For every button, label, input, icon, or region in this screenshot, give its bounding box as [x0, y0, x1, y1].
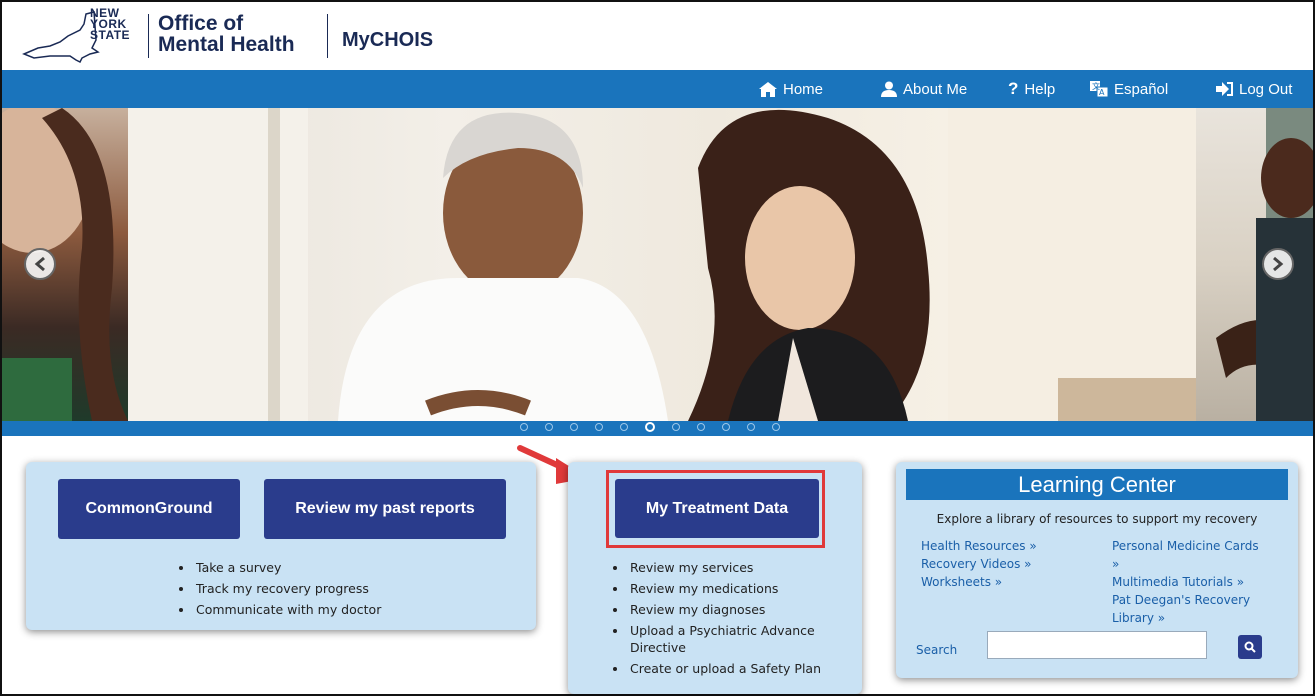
nav-logout[interactable]: Log Out — [1216, 70, 1292, 108]
search-input[interactable] — [987, 631, 1207, 659]
person-photo-illustration — [1216, 108, 1313, 421]
hero-carousel — [2, 108, 1313, 436]
list-item: Review my medications — [628, 578, 868, 599]
nav-home-label: Home — [783, 80, 824, 98]
home-icon — [759, 81, 777, 97]
commonground-button[interactable]: CommonGround — [58, 479, 240, 539]
list-item: Take a survey — [194, 557, 381, 578]
carousel-dot[interactable] — [545, 423, 553, 431]
nav-espanol-label: Español — [1114, 80, 1169, 98]
health-resources-link[interactable]: Health Resources » — [921, 537, 1037, 555]
user-icon — [881, 81, 897, 97]
nav-help-label: Help — [1024, 80, 1056, 98]
header-divider — [148, 14, 149, 58]
recovery-videos-link[interactable]: Recovery Videos » — [921, 555, 1031, 573]
carousel-dot[interactable] — [722, 423, 730, 431]
multimedia-tutorials-link[interactable]: Multimedia Tutorials » — [1112, 573, 1244, 591]
agency-title-line: Mental Health — [158, 33, 295, 56]
carousel-dot[interactable] — [645, 422, 655, 432]
list-item: Create or upload a Safety Plan — [628, 658, 868, 679]
state-logo-text: NEW YORK STATE — [90, 7, 131, 42]
carousel-dot[interactable] — [697, 423, 705, 431]
logout-icon — [1216, 82, 1233, 96]
carousel-dot[interactable] — [620, 423, 628, 431]
carousel-dot[interactable] — [672, 423, 680, 431]
site-header: NEW YORK STATE Office of Mental Health M… — [2, 2, 1313, 70]
pat-deegan-recovery-library-link[interactable]: Pat Deegan's Recovery Library » — [1112, 591, 1272, 627]
learning-center-description: Explore a library of resources to suppor… — [936, 512, 1258, 526]
list-item: Review my services — [628, 557, 868, 578]
person-photo-illustration — [2, 108, 128, 421]
nav-about-me[interactable]: About Me — [881, 70, 967, 108]
carousel-previous-slide-image — [2, 108, 128, 421]
chevron-right-icon — [1273, 256, 1284, 272]
review-past-reports-button[interactable]: Review my past reports — [264, 479, 506, 539]
commonground-features-list: Take a survey Track my recovery progress… — [176, 557, 381, 620]
nav-logout-label: Log Out — [1239, 80, 1293, 98]
list-item: Upload a Psychiatric Advance Directive — [628, 620, 868, 658]
nav-about-me-label: About Me — [903, 80, 968, 98]
carousel-indicators — [520, 422, 780, 432]
nav-help[interactable]: ? Help — [1008, 70, 1055, 108]
my-treatment-data-button[interactable]: My Treatment Data — [615, 479, 819, 538]
carousel-dot[interactable] — [747, 423, 755, 431]
nav-home[interactable]: Home — [759, 70, 823, 108]
app-title: MyCHOIS — [342, 29, 434, 51]
personal-medicine-cards-link[interactable]: Personal Medicine Cards » — [1112, 537, 1262, 573]
learning-center-title: Learning Center — [906, 469, 1288, 500]
search-button[interactable] — [1238, 635, 1262, 659]
list-item: Track my recovery progress — [194, 578, 381, 599]
search-icon — [1244, 641, 1256, 653]
nav-espanol[interactable]: 文A Español — [1090, 70, 1168, 108]
carousel-dot[interactable] — [595, 423, 603, 431]
top-navbar: Home About Me ? Help 文A Español Log Out — [2, 70, 1313, 108]
carousel-next-slide-image — [1196, 108, 1313, 421]
treatment-features-list: Review my services Review my medications… — [610, 557, 868, 679]
learning-center-panel: Learning Center Explore a library of res… — [896, 462, 1298, 678]
caregiver-and-patient-photo-illustration — [128, 108, 1196, 421]
question-mark-icon: ? — [1008, 79, 1019, 98]
state-logo-line: STATE — [90, 28, 131, 42]
search-label: Search — [916, 643, 958, 657]
carousel-current-slide-image — [128, 108, 1196, 421]
carousel-next-button[interactable] — [1262, 248, 1294, 280]
carousel-prev-button[interactable] — [24, 248, 56, 280]
commonground-panel: CommonGround Review my past reports Take… — [26, 462, 536, 630]
chevron-left-icon — [34, 256, 45, 272]
worksheets-link[interactable]: Worksheets » — [921, 573, 1002, 591]
agency-title: Office of Mental Health — [158, 13, 295, 55]
carousel-dot[interactable] — [520, 423, 528, 431]
carousel-dot[interactable] — [570, 423, 578, 431]
list-item: Communicate with my doctor — [194, 599, 381, 620]
carousel-dot[interactable] — [772, 423, 780, 431]
treatment-data-panel: My Treatment Data Review my services Rev… — [568, 462, 862, 694]
agency-title-line: Office of — [158, 12, 244, 35]
translate-icon: 文A — [1090, 81, 1108, 97]
svg-text:A: A — [1099, 88, 1105, 97]
list-item: Review my diagnoses — [628, 599, 868, 620]
header-divider — [327, 14, 328, 58]
